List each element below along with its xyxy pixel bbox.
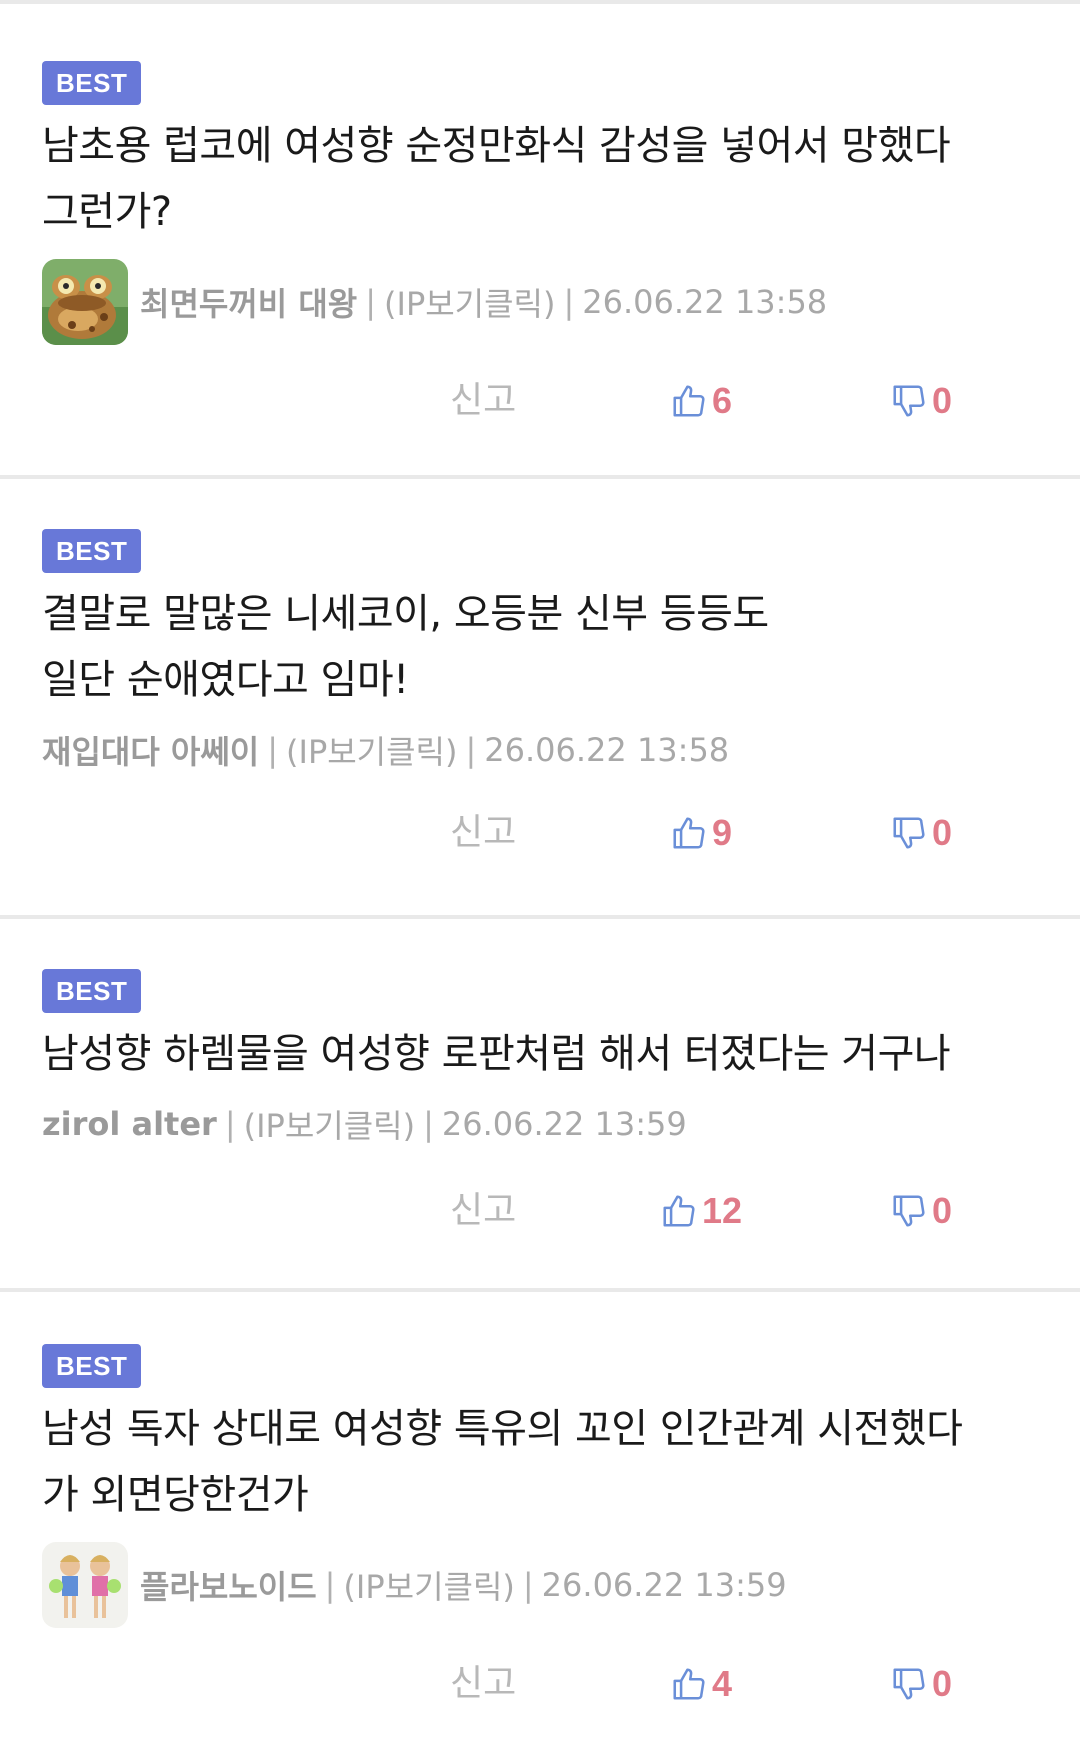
- upvote-count: 9: [712, 812, 733, 853]
- report-button[interactable]: 신고: [450, 376, 516, 426]
- meta-separator: |: [365, 283, 377, 321]
- meta-separator: |: [465, 731, 477, 769]
- downvote-button[interactable]: 0: [890, 376, 952, 426]
- thumbs-down-icon: [893, 817, 925, 849]
- comment-text: 남성향 하렘물을 여성향 로판처럼 해서 터졌다는 거구나: [42, 1031, 951, 1077]
- comment-meta: 플라보노이드 | (IP보기클릭) | 26.06.22 13:59: [42, 1542, 1050, 1628]
- comment-actions: 신고 9 0: [0, 808, 1080, 858]
- comment-datetime: 26.06.22 13:59: [441, 1105, 687, 1143]
- author-name[interactable]: 재입대다 아쎄이: [42, 727, 259, 773]
- author-name[interactable]: 최면두꺼비 대왕: [140, 279, 357, 325]
- comment-text: 남성 독자 상대로 여성향 특유의 꼬인 인간관계 시전했다 가 외면당한건가: [42, 1406, 963, 1518]
- ip-view-link[interactable]: (IP보기클릭): [384, 279, 555, 325]
- meta-separator: |: [324, 1566, 336, 1604]
- author-name[interactable]: 플라보노이드: [140, 1562, 317, 1608]
- report-button[interactable]: 신고: [450, 1186, 516, 1236]
- thumbs-up-icon: [673, 385, 705, 417]
- upvote-button[interactable]: 6: [670, 376, 732, 426]
- comment-item: BEST 남초용 럽코에 여성향 순정만화식 감성을 넣어서 망했다 그런가? …: [0, 4, 1080, 479]
- upvote-button[interactable]: 9: [670, 808, 732, 858]
- thumbs-down-icon: [893, 1668, 925, 1700]
- downvote-count: 0: [932, 380, 953, 421]
- upvote-button[interactable]: 12: [660, 1186, 742, 1236]
- meta-separator: |: [224, 1105, 236, 1143]
- best-badge: BEST: [42, 61, 142, 105]
- comment-item: BEST 남성 독자 상대로 여성향 특유의 꼬인 인간관계 시전했다 가 외면…: [0, 1292, 1080, 1760]
- meta-separator: |: [522, 1566, 534, 1604]
- meta-separator: |: [267, 731, 279, 769]
- thumbs-up-icon: [673, 817, 705, 849]
- comment-meta: zirol alter | (IP보기클릭) | 26.06.22 13:59: [42, 1101, 1050, 1147]
- comment-datetime: 26.06.22 13:58: [582, 283, 828, 321]
- cheerleaders-avatar-icon[interactable]: [42, 1542, 128, 1628]
- comment-text: 결말로 말많은 니세코이, 오등분 신부 등등도 일단 순애였다고 임마!: [42, 591, 769, 703]
- comment-actions: 신고 4 0: [0, 1659, 1080, 1709]
- thumbs-down-icon: [893, 385, 925, 417]
- comment-item: BEST 남성향 하렘물을 여성향 로판처럼 해서 터졌다는 거구나 zirol…: [0, 919, 1080, 1292]
- comment-actions: 신고 6 0: [0, 376, 1080, 426]
- downvote-button[interactable]: 0: [890, 1659, 952, 1709]
- comment-item: BEST 결말로 말많은 니세코이, 오등분 신부 등등도 일단 순애였다고 임…: [0, 479, 1080, 919]
- upvote-count: 6: [712, 380, 733, 421]
- comment-datetime: 26.06.22 13:58: [484, 731, 730, 769]
- toad-avatar-icon[interactable]: [42, 259, 128, 345]
- downvote-count: 0: [932, 812, 953, 853]
- downvote-button[interactable]: 0: [890, 1186, 952, 1236]
- upvote-count: 12: [702, 1190, 743, 1231]
- comment-text: 남초용 럽코에 여성향 순정만화식 감성을 넣어서 망했다 그런가?: [42, 123, 951, 235]
- ip-view-link[interactable]: (IP보기클릭): [343, 1562, 514, 1608]
- thumbs-up-icon: [673, 1668, 705, 1700]
- meta-separator: |: [563, 283, 575, 321]
- best-badge: BEST: [42, 1344, 142, 1388]
- author-name[interactable]: zirol alter: [42, 1105, 217, 1143]
- best-badge: BEST: [42, 529, 142, 573]
- upvote-button[interactable]: 4: [670, 1659, 732, 1709]
- thumbs-up-icon: [663, 1195, 695, 1227]
- comment-datetime: 26.06.22 13:59: [541, 1566, 787, 1604]
- downvote-button[interactable]: 0: [890, 808, 952, 858]
- downvote-count: 0: [932, 1190, 953, 1231]
- report-button[interactable]: 신고: [450, 1659, 516, 1709]
- downvote-count: 0: [932, 1663, 953, 1704]
- ip-view-link[interactable]: (IP보기클릭): [286, 727, 457, 773]
- meta-separator: |: [423, 1105, 434, 1143]
- thumbs-down-icon: [893, 1195, 925, 1227]
- comment-meta: 재입대다 아쎄이 | (IP보기클릭) | 26.06.22 13:58: [42, 727, 1050, 773]
- best-badge: BEST: [42, 969, 142, 1013]
- report-button[interactable]: 신고: [450, 808, 516, 858]
- comment-meta: 최면두꺼비 대왕 | (IP보기클릭) | 26.06.22 13:58: [42, 259, 1050, 345]
- upvote-count: 4: [712, 1663, 733, 1704]
- ip-view-link[interactable]: (IP보기클릭): [244, 1101, 415, 1147]
- comment-actions: 신고 12 0: [0, 1186, 1080, 1236]
